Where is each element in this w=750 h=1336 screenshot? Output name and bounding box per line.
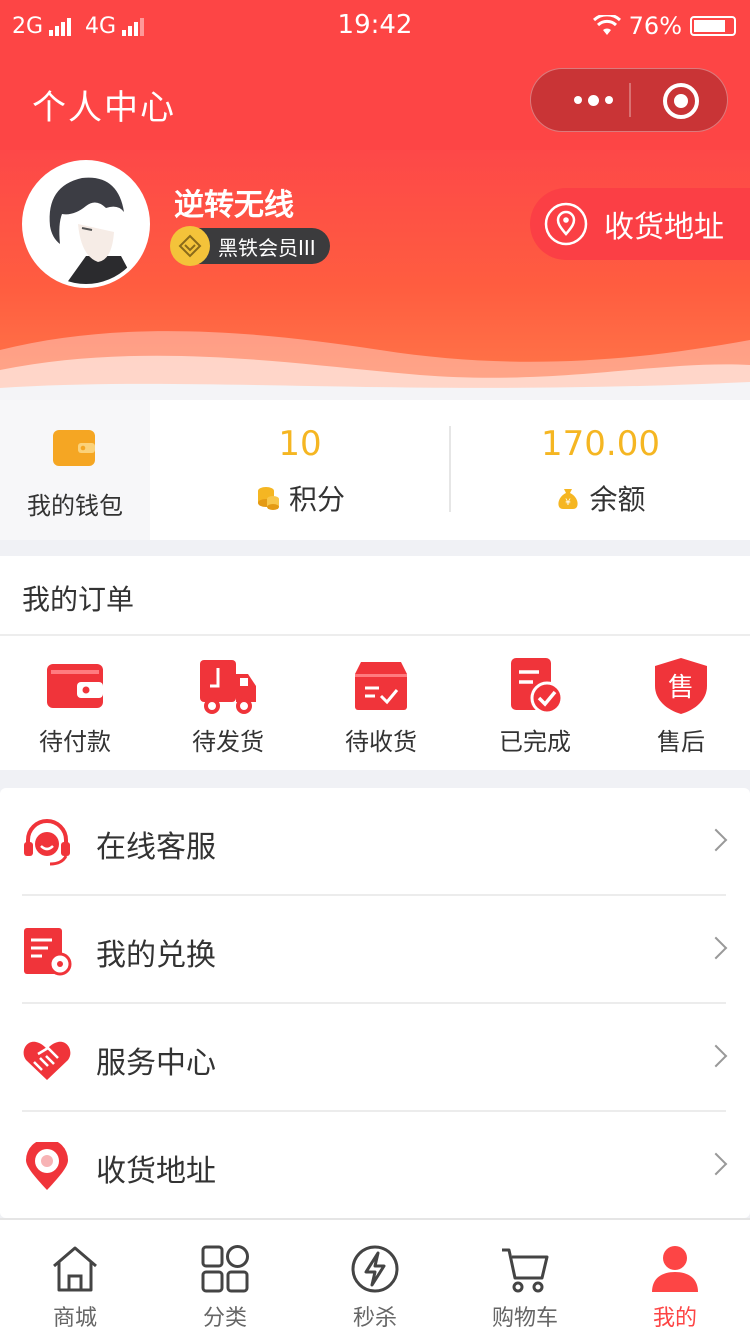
menu-item-label: 服务中心: [96, 1046, 216, 1081]
tab-label: 我的: [652, 1306, 697, 1331]
order-after-sales[interactable]: 售 售后: [606, 636, 750, 770]
avatar[interactable]: [22, 160, 150, 288]
order-status-label: 已完成: [499, 728, 571, 756]
member-level-text: 黑铁会员III: [218, 235, 316, 260]
username: 逆转无线: [174, 188, 294, 223]
balance-stat[interactable]: 170.00 ¥ 余额: [451, 400, 750, 540]
tab-label: 购物车: [491, 1306, 558, 1331]
cart-icon: [502, 1248, 549, 1293]
order-completed[interactable]: 已完成: [460, 636, 610, 770]
menu-list: 在线客服 我的兑换 服务中心 收货地址: [0, 788, 750, 1218]
exchange-icon: [24, 928, 72, 976]
flash-icon: [351, 1245, 399, 1293]
wallet-section: 我的钱包 10 积分 170.00 ¥ 余额: [0, 400, 750, 540]
menu-item-label: 收货地址: [96, 1154, 216, 1189]
wave-decoration: [0, 331, 750, 400]
coins-icon: [257, 487, 279, 510]
tab-cart[interactable]: 购物车: [450, 1220, 600, 1336]
more-icon[interactable]: [557, 69, 629, 131]
points-value: 10: [278, 424, 322, 464]
chevron-right-icon: [704, 1044, 728, 1068]
battery-icon: [690, 16, 736, 36]
tab-label: 秒杀: [352, 1306, 397, 1331]
chevron-right-icon: [704, 828, 728, 852]
after-sales-icon: 售: [655, 658, 707, 714]
address-button[interactable]: 收货地址: [530, 188, 750, 260]
points-label: 积分: [288, 483, 345, 516]
home-icon: [53, 1246, 97, 1292]
wallet-icon: [47, 664, 103, 708]
order-status-row: 待付款 待发货 待收货 已完成 售 售后: [0, 636, 750, 770]
completed-icon: [511, 658, 564, 715]
chevron-right-icon: [704, 936, 728, 960]
battery-percent: 76%: [628, 12, 682, 40]
balance-value: 170.00: [541, 424, 660, 464]
address-button-label: 收货地址: [604, 210, 724, 245]
menu-item-label: 我的兑换: [96, 938, 216, 973]
title-bar: 个人中心: [0, 52, 750, 150]
svg-text:售: 售: [668, 673, 694, 703]
close-target-icon[interactable]: [663, 83, 699, 119]
menu-item-shipping-address[interactable]: 收货地址: [0, 1112, 750, 1220]
tab-mall[interactable]: 商城: [0, 1220, 150, 1336]
order-pending-receipt[interactable]: 待收货: [306, 636, 456, 770]
points-stat[interactable]: 10 积分: [150, 400, 450, 540]
order-status-label: 售后: [657, 728, 705, 756]
member-level-badge: 黑铁会员III: [170, 226, 330, 266]
my-wallet-label: 我的钱包: [27, 492, 123, 520]
tab-bar: 商城 分类 秒杀 购物车 我的: [0, 1218, 750, 1336]
balance-label: 余额: [589, 483, 646, 516]
money-bag-icon: ¥: [558, 489, 579, 509]
mini-program-capsule: [530, 68, 728, 132]
order-status-label: 待发货: [192, 728, 264, 756]
medal-icon: [170, 226, 210, 266]
chevron-right-icon: [704, 1152, 728, 1176]
truck-icon: [200, 660, 256, 714]
my-wallet-button[interactable]: 我的钱包: [0, 400, 150, 540]
tab-label: 商城: [52, 1306, 97, 1331]
package-icon: [355, 662, 407, 710]
order-status-label: 待付款: [39, 728, 111, 756]
status-bar: 2G 4G 19:42 76%: [0, 0, 750, 52]
order-pending-payment[interactable]: 待付款: [0, 636, 150, 770]
menu-item-online-service[interactable]: 在线客服: [0, 788, 750, 896]
order-pending-shipment[interactable]: 待发货: [153, 636, 303, 770]
profile-header: 逆转无线 黑铁会员III 收货地址: [0, 150, 750, 400]
category-icon: [201, 1245, 249, 1293]
menu-item-service-center[interactable]: 服务中心: [0, 1004, 750, 1112]
order-status-label: 待收货: [345, 728, 417, 756]
wallet-icon: [53, 430, 95, 466]
tab-mine[interactable]: 我的: [600, 1220, 750, 1336]
tab-flash-sale[interactable]: 秒杀: [300, 1220, 450, 1336]
user-icon: [652, 1246, 698, 1292]
tab-category[interactable]: 分类: [150, 1220, 300, 1336]
capsule-divider: [629, 83, 631, 117]
handshake-icon: [23, 1041, 71, 1080]
menu-item-my-exchange[interactable]: 我的兑换: [0, 896, 750, 1004]
menu-item-label: 在线客服: [96, 830, 216, 865]
wifi-icon: [592, 15, 621, 35]
svg-text:¥: ¥: [566, 498, 572, 508]
location-pin-icon: [544, 202, 588, 246]
page-title: 个人中心: [32, 88, 176, 128]
status-right: 76%: [592, 12, 736, 40]
avatar-illustration: [26, 164, 146, 284]
tab-label: 分类: [202, 1306, 247, 1331]
headset-icon: [24, 819, 70, 866]
my-orders-title: 我的订单: [22, 583, 135, 616]
my-orders-header[interactable]: 我的订单: [0, 556, 750, 636]
location-icon: [26, 1142, 68, 1190]
